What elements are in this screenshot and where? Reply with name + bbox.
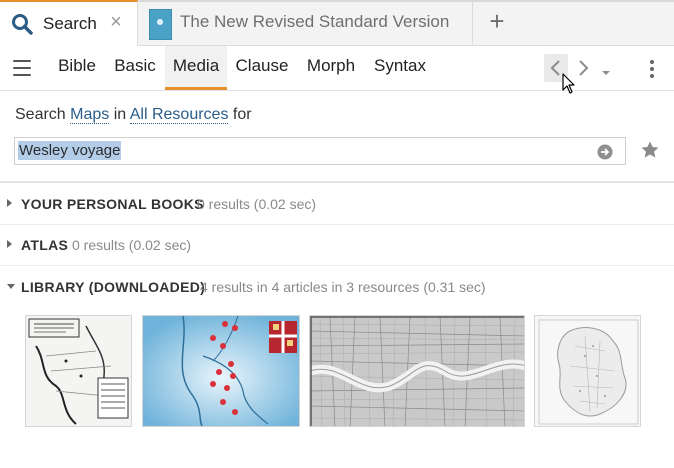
media-type-link[interactable]: Maps bbox=[70, 106, 110, 124]
section-meta: 0 results (0.02 sec) bbox=[72, 237, 192, 253]
query-for: for bbox=[232, 106, 252, 123]
section-personal-books[interactable]: YOUR PERSONAL BOOKS 0 results (0.02 sec) bbox=[0, 183, 674, 225]
section-atlas[interactable]: ATLAS 0 results (0.02 sec) bbox=[0, 224, 674, 266]
map-thumbnail[interactable] bbox=[534, 315, 641, 427]
section-title: LIBRARY (DOWNLOADED) bbox=[21, 279, 206, 295]
query-in: in bbox=[113, 106, 127, 123]
query-description: Search Maps in All Resources for bbox=[15, 106, 252, 124]
resources-link[interactable]: All Resources bbox=[129, 106, 229, 124]
collapse-arrow-icon[interactable] bbox=[7, 284, 15, 289]
section-title: YOUR PERSONAL BOOKS bbox=[21, 196, 204, 212]
tab-bible-label: The New Revised Standard Version bbox=[180, 12, 450, 31]
tab-morph[interactable]: Morph bbox=[299, 46, 363, 90]
tab-bible-search[interactable]: Bible bbox=[50, 46, 104, 90]
close-icon[interactable]: × bbox=[108, 11, 124, 34]
query-prefix: Search bbox=[15, 106, 66, 123]
tab-bible[interactable]: The New Revised Standard Version bbox=[139, 2, 473, 45]
mouse-cursor-icon bbox=[562, 73, 576, 95]
section-library[interactable]: LIBRARY (DOWNLOADED) 4 results in 4 arti… bbox=[0, 266, 674, 307]
plus-icon[interactable]: + bbox=[486, 6, 508, 37]
star-icon[interactable] bbox=[640, 140, 660, 160]
section-title: ATLAS bbox=[21, 237, 69, 253]
bible-thumbnail bbox=[149, 9, 172, 40]
menu-icon[interactable] bbox=[13, 60, 31, 76]
expand-arrow-icon[interactable] bbox=[7, 199, 12, 207]
map-thumbnail[interactable] bbox=[25, 315, 132, 427]
expand-arrow-icon[interactable] bbox=[7, 240, 12, 248]
more-vertical-icon[interactable] bbox=[649, 60, 655, 80]
tab-search[interactable]: Search × bbox=[0, 0, 138, 46]
tab-clause[interactable]: Clause bbox=[230, 46, 294, 90]
section-meta: 4 results in 4 articles in 3 resources (… bbox=[200, 279, 486, 295]
caret-down-icon[interactable] bbox=[601, 64, 611, 75]
tab-search-label: Search bbox=[43, 14, 97, 33]
tab-media[interactable]: Media bbox=[165, 46, 227, 90]
section-meta: 0 results (0.02 sec) bbox=[197, 196, 317, 212]
tab-bar: Search × The New Revised Standard Versio… bbox=[0, 0, 674, 46]
map-thumbnail[interactable] bbox=[142, 315, 300, 427]
tab-syntax[interactable]: Syntax bbox=[368, 46, 432, 90]
search-input[interactable]: Wesley voyage bbox=[14, 137, 626, 165]
search-input-value: Wesley voyage bbox=[18, 141, 122, 160]
go-arrow-icon[interactable] bbox=[597, 144, 613, 160]
map-thumbnail[interactable] bbox=[309, 315, 525, 427]
tab-basic[interactable]: Basic bbox=[107, 46, 163, 90]
search-icon bbox=[11, 13, 33, 35]
